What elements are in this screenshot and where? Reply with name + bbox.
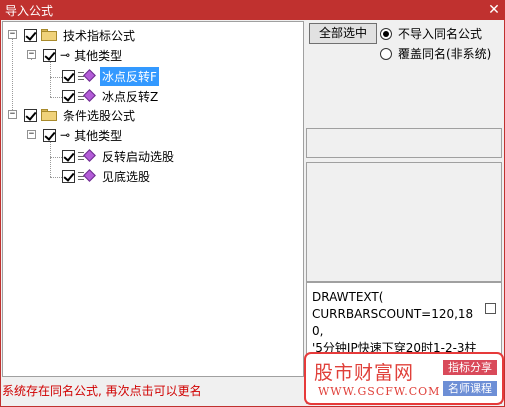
formula-icon [78,69,96,82]
expand-toggle[interactable]: − [27,50,36,59]
expand-toggle[interactable]: − [8,30,17,39]
formula-icon [78,89,96,102]
preview-checkbox[interactable] [485,303,496,314]
import-formula-dialog: 导入公式 ✕ − 技术指标公式 − ⊸ 其他类型 冰点反转F 冰点反转Z − 条… [0,0,505,407]
tree-connector [50,177,62,178]
tree-connector [12,38,13,118]
info-box [306,128,502,158]
formula-tree[interactable]: − 技术指标公式 − ⊸ 其他类型 冰点反转F 冰点反转Z − 条件选股公式 −… [2,21,304,377]
folder-icon [41,29,57,41]
node-label: 其他类型 [74,128,123,143]
radio-label: 不导入同名公式 [398,27,483,41]
description-box [306,162,502,282]
tree-connector [50,77,62,78]
key-icon: ⊸ [60,128,70,142]
tree-node-formula1[interactable]: 冰点反转F [62,66,159,86]
formula-icon [78,149,96,162]
expand-toggle[interactable]: − [8,110,17,119]
tree-connector [50,97,62,98]
tree-node-root2-child[interactable]: ⊸ 其他类型 [43,126,124,144]
key-icon: ⊸ [60,48,70,62]
tree-connector [50,62,51,97]
node-label: 反转启动选股 [102,149,175,164]
node-checkbox[interactable] [62,89,75,103]
expand-toggle[interactable]: − [27,130,36,139]
radio-indicator[interactable] [380,47,392,60]
watermark-url: WWW.GSCFW.COM [318,385,441,398]
node-checkbox[interactable] [24,108,37,122]
node-checkbox[interactable] [24,28,37,42]
tree-node-root1-child[interactable]: ⊸ 其他类型 [43,46,124,64]
formula-icon [78,169,96,182]
title-bar[interactable]: 导入公式 ✕ [0,0,505,20]
node-checkbox[interactable] [62,69,75,83]
tree-node-root1[interactable]: 技术指标公式 [24,26,137,44]
radio-indicator[interactable] [380,27,392,40]
node-checkbox[interactable] [43,48,56,62]
tree-node-root2[interactable]: 条件选股公式 [24,106,137,124]
radio-skip-duplicates[interactable]: 不导入同名公式 [380,25,482,42]
watermark-badge: 名师课程 [443,381,497,396]
node-label: 见底选股 [102,169,151,184]
node-label: 其他类型 [74,48,123,63]
watermark-badge: 指标分享 [443,360,497,375]
status-message: 系统存在同名公式, 再次点击可以更名 [2,384,202,398]
tree-node-formula3[interactable]: 反转启动选股 [62,147,176,165]
radio-label: 覆盖同名(非系统) [398,47,492,61]
close-button[interactable]: ✕ [485,1,503,19]
tree-node-formula4[interactable]: 见底选股 [62,167,152,185]
dialog-title: 导入公式 [5,4,54,18]
watermark-title: 股市财富网 [314,362,415,384]
tree-connector [50,139,51,177]
tree-connector [50,157,62,158]
node-label: 冰点反转F [100,66,159,86]
select-all-button[interactable]: 全部选中 [309,23,377,44]
dialog-body: − 技术指标公式 − ⊸ 其他类型 冰点反转F 冰点反转Z − 条件选股公式 −… [1,20,504,406]
node-checkbox[interactable] [43,128,56,142]
radio-overwrite-duplicates[interactable]: 覆盖同名(非系统) [380,45,491,62]
node-checkbox[interactable] [62,149,75,163]
folder-icon [41,109,57,121]
node-label: 条件选股公式 [63,108,136,123]
node-label: 冰点反转Z [102,89,159,104]
node-label: 技术指标公式 [63,28,136,43]
watermark-logo: 股市财富网 WWW.GSCFW.COM 指标分享 名师课程 [304,352,504,405]
tree-node-formula2[interactable]: 冰点反转Z [62,87,160,105]
node-checkbox[interactable] [62,169,75,183]
